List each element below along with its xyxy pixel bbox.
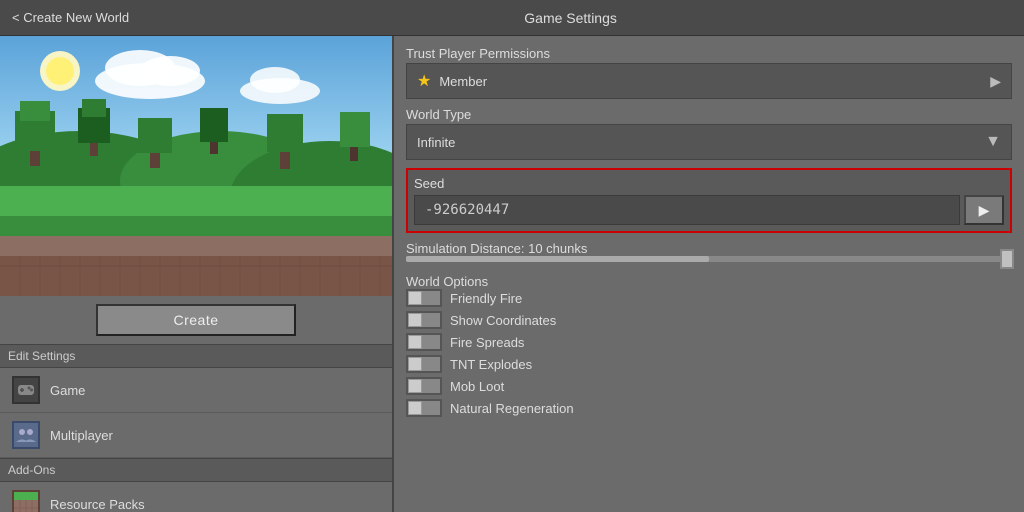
option-mob-loot: Mob Loot	[406, 377, 1012, 395]
option-friendly-fire: Friendly Fire	[406, 289, 1012, 307]
world-options-section: World Options Friendly Fire Show Coordin…	[406, 270, 1012, 417]
left-panel: Create Edit Settings Game	[0, 36, 394, 512]
option-show-coordinates: Show Coordinates	[406, 311, 1012, 329]
fire-spreads-label: Fire Spreads	[450, 335, 524, 350]
show-coordinates-label: Show Coordinates	[450, 313, 556, 328]
tnt-explodes-knob	[408, 357, 422, 371]
multiplayer-label: Multiplayer	[50, 428, 113, 443]
fire-spreads-toggle[interactable]	[406, 333, 442, 351]
world-type-dropdown[interactable]: Infinite ▼	[406, 124, 1012, 160]
resource-packs-icon	[12, 490, 40, 512]
grass-block-icon	[14, 492, 38, 512]
main-content: Create Edit Settings Game	[0, 36, 1024, 512]
natural-regeneration-label: Natural Regeneration	[450, 401, 574, 416]
left-sections: Edit Settings Game	[0, 344, 392, 512]
sidebar-item-game[interactable]: Game	[0, 368, 392, 413]
trust-permissions-arrow: ▶	[990, 73, 1001, 90]
simulation-slider-thumb[interactable]	[1000, 249, 1014, 269]
edit-settings-label: Edit Settings	[0, 344, 392, 368]
addons-label: Add-Ons	[0, 458, 392, 482]
world-type-section: World Type Infinite ▼	[406, 107, 1012, 160]
multiplayer-icon	[12, 421, 40, 449]
seed-input-row: ▶	[414, 195, 1004, 225]
mob-loot-toggle[interactable]	[406, 377, 442, 395]
option-fire-spreads: Fire Spreads	[406, 333, 1012, 351]
world-options-grid: Friendly Fire Show Coordinates Fire Spre…	[406, 289, 1012, 417]
mob-loot-label: Mob Loot	[450, 379, 504, 394]
natural-regeneration-toggle[interactable]	[406, 399, 442, 417]
title-bar: < Create New World Game Settings	[0, 0, 1024, 36]
tnt-explodes-toggle[interactable]	[406, 355, 442, 373]
world-type-arrow: ▼	[985, 133, 1001, 151]
landscape-svg	[0, 36, 392, 296]
simulation-slider-fill	[406, 256, 709, 262]
trust-permissions-dropdown[interactable]: ★ Member ▶	[406, 63, 1012, 99]
show-coordinates-knob	[408, 313, 422, 327]
seed-button[interactable]: ▶	[964, 195, 1004, 225]
create-button-container: Create	[0, 296, 392, 344]
star-icon: ★	[417, 71, 431, 91]
trust-permissions-title: Trust Player Permissions	[406, 46, 1012, 61]
resource-packs-label: Resource Packs	[50, 497, 145, 512]
show-coordinates-toggle[interactable]	[406, 311, 442, 329]
right-panel: Trust Player Permissions ★ Member ▶ Worl…	[394, 36, 1024, 512]
simulation-distance-label: Simulation Distance: 10 chunks	[406, 241, 1012, 256]
seed-input[interactable]	[414, 195, 960, 225]
multiplayer-svg-icon	[15, 424, 37, 446]
sidebar-item-resource-packs[interactable]: Resource Packs	[0, 482, 392, 512]
simulation-slider-row	[406, 256, 1012, 262]
game-icon	[12, 376, 40, 404]
sidebar-item-multiplayer[interactable]: Multiplayer	[0, 413, 392, 458]
tnt-explodes-label: TNT Explodes	[450, 357, 532, 372]
option-natural-regeneration: Natural Regeneration	[406, 399, 1012, 417]
page-title: Game Settings	[129, 10, 1012, 26]
world-type-label: World Type	[406, 107, 1012, 122]
back-button[interactable]: < Create New World	[12, 10, 129, 25]
fire-spreads-knob	[408, 335, 422, 349]
simulation-slider-track[interactable]	[406, 256, 1012, 262]
world-options-label: World Options	[406, 274, 1012, 289]
world-preview	[0, 36, 392, 296]
trust-permissions-label: Trust Player Permissions ★ Member ▶	[406, 46, 1012, 99]
option-tnt-explodes: TNT Explodes	[406, 355, 1012, 373]
create-button[interactable]: Create	[96, 304, 296, 336]
natural-regeneration-knob	[408, 401, 422, 415]
mob-loot-knob	[408, 379, 422, 393]
seed-label: Seed	[414, 176, 1004, 191]
game-controller-icon	[16, 380, 36, 400]
friendly-fire-knob	[408, 291, 422, 305]
seed-button-icon: ▶	[979, 202, 990, 219]
trust-permissions-value: Member	[439, 74, 990, 89]
world-type-value: Infinite	[417, 135, 455, 150]
game-label: Game	[50, 383, 85, 398]
seed-section: Seed ▶	[406, 168, 1012, 233]
simulation-distance-section: Simulation Distance: 10 chunks	[406, 241, 1012, 262]
friendly-fire-label: Friendly Fire	[450, 291, 522, 306]
friendly-fire-toggle[interactable]	[406, 289, 442, 307]
